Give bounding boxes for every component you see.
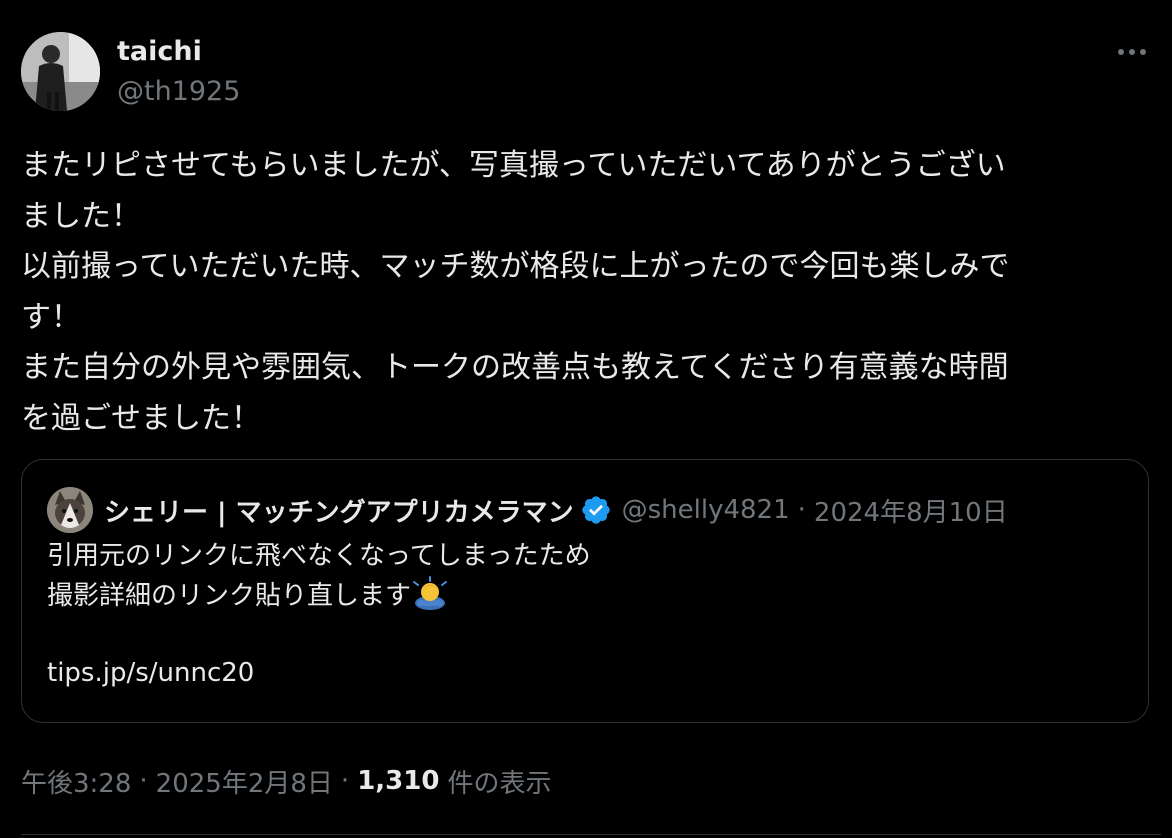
quoted-author-avatar[interactable] bbox=[47, 487, 93, 533]
tweet-text-line: また自分の外見や雰囲気、トークの改善点も教えてくださり有意義な時間 bbox=[21, 350, 1009, 385]
quoted-text-line: 引用元のリンクに飛べなくなってしまったため bbox=[47, 541, 591, 571]
avatar-photo bbox=[21, 32, 100, 111]
separator-dot: · bbox=[797, 495, 806, 525]
more-horizontal-icon bbox=[1118, 49, 1146, 55]
quoted-author-name[interactable]: シェリー | マッチングアプリカメラマン bbox=[104, 492, 574, 529]
quoted-text-line-with-emoji: 撮影詳細のリンク貼り直します bbox=[47, 575, 591, 616]
divider bbox=[21, 834, 1161, 835]
separator-dot: · bbox=[340, 766, 350, 796]
quoted-author-handle[interactable]: @shelly4821 bbox=[622, 495, 790, 525]
quoted-link[interactable]: tips.jp/s/unnc20 bbox=[47, 654, 591, 693]
separator-dot: · bbox=[139, 766, 148, 796]
more-options-button[interactable] bbox=[1112, 38, 1152, 66]
dog-avatar-photo bbox=[47, 487, 93, 533]
views-label: 件の表示 bbox=[447, 768, 552, 799]
quoted-text-line: 撮影詳細のリンク貼り直します bbox=[47, 580, 412, 611]
tweet-text-line: ました！ bbox=[21, 198, 141, 234]
author-handle[interactable]: @th1925 bbox=[117, 76, 240, 108]
tweet-text-line: またリピさせてもらいましたが、写真撮っていただいてありがとうござい bbox=[21, 148, 1006, 183]
tweet-date[interactable]: 2025年2月8日 bbox=[156, 763, 333, 800]
quoted-tweet-card[interactable]: シェリー | マッチングアプリカメラマン @shelly4821 · 2024年… bbox=[21, 459, 1149, 723]
views-count[interactable]: 1,310 bbox=[357, 766, 439, 796]
tweet-text-line: す！ bbox=[21, 299, 81, 335]
quoted-tweet-text: 引用元のリンクに飛べなくなってしまったため 撮影詳細のリンク貼り直します tip… bbox=[47, 537, 591, 692]
tweet-time[interactable]: 午後3:28 bbox=[21, 763, 131, 800]
quoted-tweet-date[interactable]: 2024年8月10日 bbox=[814, 492, 1008, 529]
tweet: taichi @th1925 またリピさせてもらいましたが、写真撮っていただいて… bbox=[0, 0, 1172, 838]
tweet-meta: 午後3:28 · 2025年2月8日 · 1,310 件の表示 bbox=[21, 762, 551, 800]
tweet-text-line: を過ごせました！ bbox=[21, 400, 261, 436]
author-display-name[interactable]: taichi bbox=[117, 36, 202, 68]
quoted-tweet-header: シェリー | マッチングアプリカメラマン @shelly4821 · 2024年… bbox=[104, 490, 1008, 530]
verified-badge-icon bbox=[581, 496, 610, 524]
tweet-text-line: 以前撮っていただいた時、マッチ数が格段に上がったので今回も楽しみで bbox=[21, 249, 1010, 284]
person-bowing-emoji bbox=[413, 575, 448, 610]
author-avatar[interactable] bbox=[21, 32, 100, 111]
tweet-text: またリピさせてもらいましたが、写真撮っていただいてありがとうござい ました！ 以… bbox=[21, 141, 1156, 444]
